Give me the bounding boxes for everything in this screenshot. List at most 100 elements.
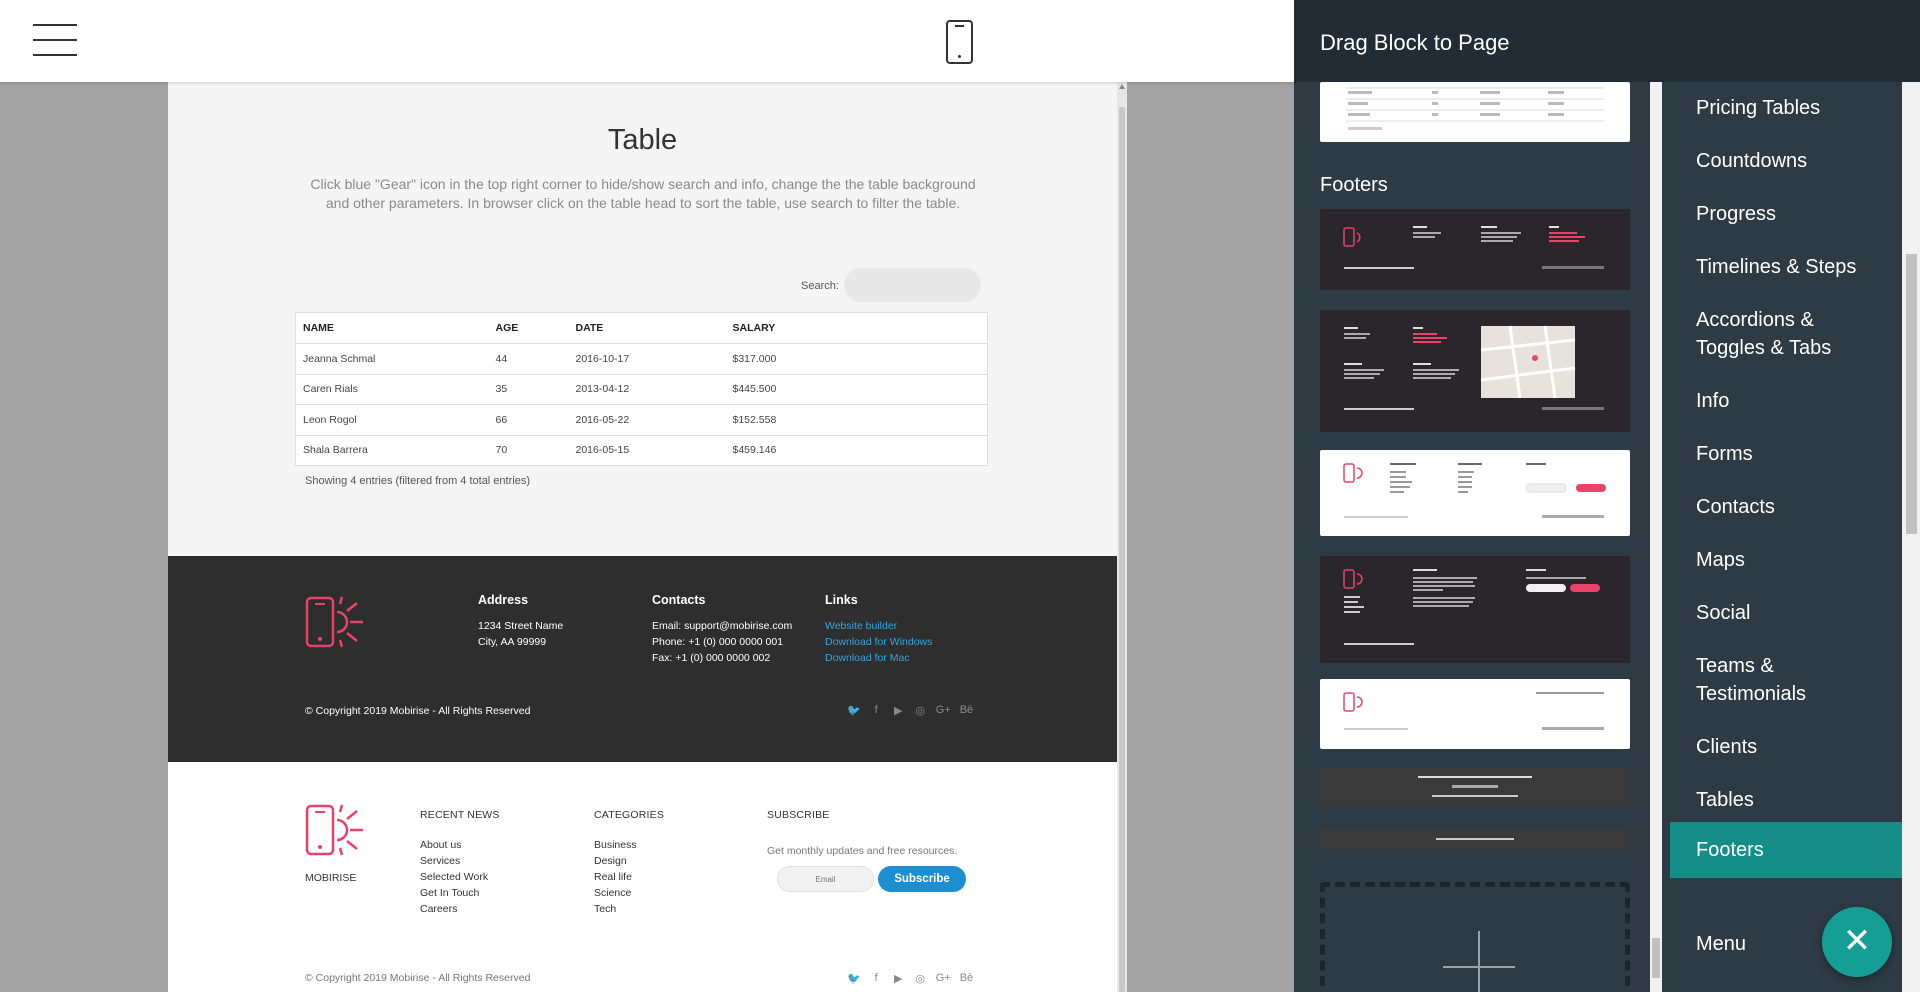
category-tables[interactable]: Tables <box>1670 786 1902 814</box>
copyright-text: © Copyright 2019 Mobirise - All Rights R… <box>305 705 531 717</box>
google-plus-icon[interactable]: G+ <box>936 704 951 717</box>
facebook-icon[interactable]: f <box>870 704 883 717</box>
cell-age: 44 <box>488 343 569 375</box>
address-title: Address <box>478 593 529 607</box>
category-link[interactable]: Science <box>594 885 664 901</box>
block-thumb-footer-4[interactable] <box>1320 556 1630 663</box>
contacts-column: Contacts Email: support@mobirise.com Pho… <box>652 592 792 666</box>
hamburger-icon[interactable] <box>33 24 77 57</box>
contact-phone: Phone: +1 (0) 000 0000 001 <box>652 636 784 648</box>
instagram-icon[interactable]: ◎ <box>914 972 927 985</box>
instagram-icon[interactable]: ◎ <box>914 704 927 717</box>
block-thumb-footer-6[interactable] <box>1320 768 1630 806</box>
cell-salary: $317.000 <box>725 343 988 375</box>
block-thumb-footer-3[interactable] <box>1320 450 1630 536</box>
category-link[interactable]: Business <box>594 837 664 853</box>
page-scrollbar[interactable] <box>1117 82 1127 992</box>
category-info[interactable]: Info <box>1670 387 1902 415</box>
subscribe-button[interactable]: Subscribe <box>878 866 966 892</box>
category-link[interactable]: Design <box>594 853 664 869</box>
behance-icon[interactable]: Bē <box>960 972 973 985</box>
category-clients[interactable]: Clients <box>1670 733 1902 761</box>
table-thumbnail <box>1346 87 1604 130</box>
category-accordions-toggles-tabs[interactable]: Accordions & Toggles & Tabs <box>1670 306 1870 362</box>
table-block: Table Click blue "Gear" icon in the top … <box>168 82 1117 556</box>
cell-age: 70 <box>488 435 569 466</box>
block-thumb-footer-5[interactable] <box>1320 679 1630 749</box>
youtube-icon[interactable]: ▶ <box>892 704 905 717</box>
panel-header: Drag Block to Page <box>1294 0 1920 82</box>
cell-name: Caren Rials <box>295 374 489 405</box>
block-thumb-table[interactable] <box>1320 82 1630 142</box>
block-thumb-footer-1[interactable] <box>1320 209 1630 290</box>
youtube-icon[interactable]: ▶ <box>892 972 905 985</box>
category-footers[interactable]: Footers <box>1670 822 1902 878</box>
news-link[interactable]: Services <box>420 853 500 869</box>
brand-name: MOBIRISE <box>305 872 357 884</box>
table-row: Shala Barrera 70 2016-05-15 $459.146 <box>295 435 988 466</box>
close-icon[interactable]: ✕ <box>1822 907 1892 977</box>
category-maps[interactable]: Maps <box>1670 546 1902 574</box>
category-pricing-tables[interactable]: Pricing Tables <box>1670 94 1902 122</box>
category-teams-testimonials[interactable]: Teams & Testimonials <box>1670 652 1840 708</box>
column-header-age[interactable]: AGE <box>488 312 569 344</box>
column-header-date[interactable]: DATE <box>568 312 726 344</box>
news-link[interactable]: Selected Work <box>420 869 500 885</box>
subscribe-text: Get monthly updates and free resources. <box>767 845 958 857</box>
cell-age: 66 <box>488 404 569 436</box>
blocks-scrollbar[interactable] <box>1650 82 1662 992</box>
twitter-icon[interactable]: 🐦 <box>847 972 861 985</box>
column-header-salary[interactable]: SALARY <box>725 312 988 344</box>
block-thumb-footer-map[interactable] <box>1320 310 1630 432</box>
google-plus-icon[interactable]: G+ <box>936 972 951 985</box>
mobirise-logo-icon <box>305 596 363 648</box>
cell-date: 2013-04-12 <box>568 374 726 405</box>
behance-icon[interactable]: Bē <box>960 704 973 717</box>
column-header-name[interactable]: NAME <box>295 312 489 344</box>
mobile-phone-icon[interactable] <box>946 20 973 64</box>
facebook-icon[interactable]: f <box>870 972 883 985</box>
search-input[interactable] <box>844 268 981 302</box>
table-info: Showing 4 entries (filtered from 4 total… <box>305 475 530 487</box>
cell-salary: $152.558 <box>725 404 988 436</box>
category-social[interactable]: Social <box>1670 599 1902 627</box>
contact-email: Email: support@mobirise.com <box>652 620 793 632</box>
contacts-title: Contacts <box>652 593 706 607</box>
category-forms[interactable]: Forms <box>1670 440 1902 468</box>
drop-zone[interactable] <box>1320 882 1630 992</box>
cell-age: 35 <box>488 374 569 405</box>
footer-thumbnail <box>1436 838 1514 840</box>
email-field[interactable] <box>777 866 874 892</box>
category-link[interactable]: Tech <box>594 901 664 917</box>
footer-thumbnail <box>1343 692 1604 730</box>
data-table: NAME AGE DATE SALARY Jeanna Schmal 44 20… <box>295 312 988 466</box>
category-list: Pricing Tables Countdowns Progress Timel… <box>1670 82 1902 992</box>
cell-name: Leon Rogol <box>295 404 489 436</box>
link-download-windows[interactable]: Download for Windows <box>825 634 932 650</box>
address-column: Address 1234 Street Name City, AA 99999 <box>478 592 563 650</box>
address-line: 1234 Street Name <box>478 620 564 632</box>
category-link[interactable]: Real life <box>594 869 664 885</box>
table-row: Caren Rials 35 2013-04-12 $445.500 <box>295 374 988 405</box>
category-progress[interactable]: Progress <box>1670 200 1902 228</box>
news-link[interactable]: Careers <box>420 901 500 917</box>
news-link[interactable]: About us <box>420 837 500 853</box>
footer-thumbnail <box>1343 226 1604 269</box>
link-download-mac[interactable]: Download for Mac <box>825 650 932 666</box>
cell-date: 2016-05-15 <box>568 435 726 466</box>
category-countdowns[interactable]: Countdowns <box>1670 147 1902 175</box>
twitter-icon[interactable]: 🐦 <box>847 704 861 717</box>
link-website-builder[interactable]: Website builder <box>825 618 932 634</box>
category-scrollbar[interactable] <box>1902 82 1920 992</box>
category-timelines-steps[interactable]: Timelines & Steps <box>1670 253 1902 281</box>
social-icons: 🐦 f ▶ ◎ G+ Bē <box>847 704 973 717</box>
editor-toolbar <box>0 0 1294 82</box>
block-thumbnails: Footers <box>1320 82 1630 992</box>
category-contacts[interactable]: Contacts <box>1670 493 1902 521</box>
footer-thumbnail <box>1343 463 1606 518</box>
news-link[interactable]: Get In Touch <box>420 885 500 901</box>
recent-news-title: RECENT NEWS <box>420 809 500 821</box>
block-thumb-footer-7[interactable] <box>1320 828 1630 850</box>
address-line: City, AA 99999 <box>478 636 547 648</box>
categories-column: CATEGORIES Business Design Real life Sci… <box>594 807 664 917</box>
